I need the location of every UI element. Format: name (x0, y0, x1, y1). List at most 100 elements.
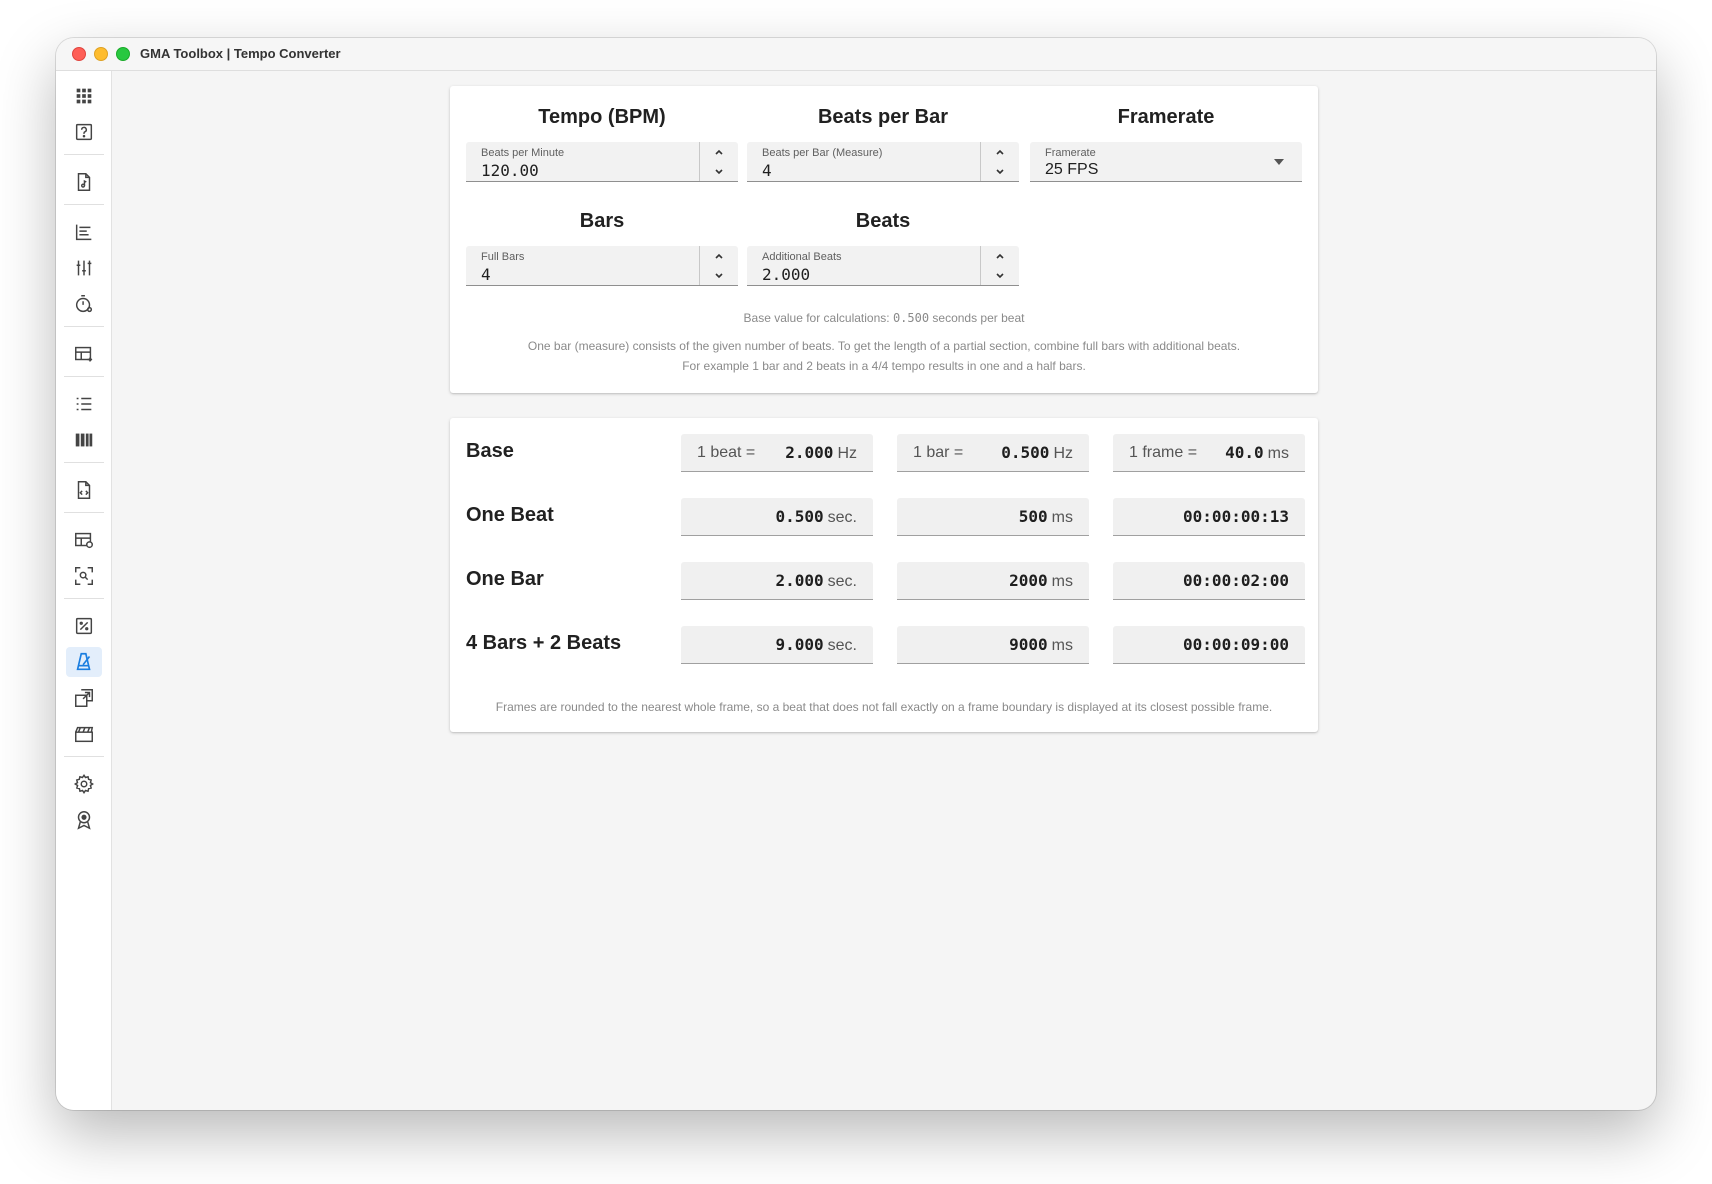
chevron-down-icon (996, 272, 1004, 278)
beats-per-bar-field[interactable]: Beats per Bar (Measure) 4 (747, 142, 1019, 182)
timer-icon[interactable] (66, 289, 102, 319)
results-card: Base 1 beat = 2.000 Hz 1 bar = 0.500 Hz 1 … (450, 418, 1318, 732)
bar-frequency-cell: 1 bar = 0.500 Hz (897, 434, 1089, 472)
one-beat-seconds-value: 0.500 (775, 507, 824, 526)
base-value-number: 0.500 (892, 311, 930, 325)
frame-duration-prefix: 1 frame = (1129, 444, 1198, 461)
percent-icon[interactable] (66, 611, 102, 641)
combo-ms-unit: ms (1051, 637, 1073, 654)
window-title: GMA Toolbox | Tempo Converter (140, 46, 341, 61)
full-bars-field-value[interactable]: 4 (481, 265, 491, 284)
one-bar-seconds-value: 2.000 (775, 571, 824, 590)
one-bar-ms-value: 2000 (1009, 571, 1048, 590)
bpm-field[interactable]: Beats per Minute 120.00 (466, 142, 738, 182)
bpm-increment-button[interactable] (700, 142, 738, 161)
framerate-select-value: 25 FPS (1045, 161, 1099, 178)
chevron-down-icon (996, 168, 1004, 174)
base-value-note: Base value for calculations: 0.500 secon… (450, 308, 1318, 328)
help-icon[interactable] (66, 117, 102, 147)
beats-title: Beats (855, 210, 911, 232)
chevron-up-icon (715, 253, 723, 259)
one-beat-ms-cell: 500 ms (897, 498, 1089, 536)
code-file-icon[interactable] (66, 475, 102, 505)
combo-ms-cell: 9000 ms (897, 626, 1089, 664)
frame-duration-unit: ms (1267, 445, 1289, 462)
additional-beats-field[interactable]: Additional Beats 2.000 (747, 246, 1019, 286)
minimize-window-button[interactable] (94, 47, 108, 61)
one-beat-seconds-cell: 0.500 sec. (681, 498, 873, 536)
frame-rounding-footnote: Frames are rounded to the nearest whole … (495, 700, 1273, 714)
additional-beats-increment-button[interactable] (981, 246, 1019, 265)
beats-per-bar-field-value[interactable]: 4 (762, 161, 772, 180)
close-window-button[interactable] (72, 47, 86, 61)
bar-frequency-prefix: 1 bar = (913, 444, 964, 461)
full-bars-field-label: Full Bars (481, 251, 525, 263)
apps-grid-icon[interactable] (66, 81, 102, 111)
open-window-icon[interactable] (66, 683, 102, 713)
list-icon[interactable] (66, 389, 102, 419)
table-export-icon[interactable] (66, 339, 102, 369)
beat-frequency-unit: Hz (837, 445, 857, 462)
chevron-up-icon (715, 149, 723, 155)
table-view-icon[interactable] (66, 525, 102, 555)
bpm-stepper (699, 142, 738, 181)
one-bar-row-title: One Bar (466, 568, 544, 590)
settings-gear-icon[interactable] (66, 769, 102, 799)
full-bars-decrement-button[interactable] (700, 266, 738, 285)
combo-timecode-cell: 00:00:09:00 (1113, 626, 1305, 664)
additional-beats-stepper (980, 246, 1019, 285)
additional-beats-field-value[interactable]: 2.000 (762, 265, 810, 284)
full-bars-increment-button[interactable] (700, 246, 738, 265)
framerate-select[interactable]: Framerate 25 FPS (1030, 142, 1302, 182)
columns-icon[interactable] (66, 425, 102, 455)
combo-seconds-unit: sec. (827, 637, 857, 654)
sidebar-divider (64, 512, 104, 513)
beat-frequency-prefix: 1 beat = (697, 444, 756, 461)
one-bar-timecode-cell: 00:00:02:00 (1113, 562, 1305, 600)
full-bars-field[interactable]: Full Bars 4 (466, 246, 738, 286)
one-beat-seconds-unit: sec. (827, 509, 857, 526)
one-beat-row-title: One Beat (466, 504, 554, 526)
combo-ms-value: 9000 (1009, 635, 1048, 654)
bar-frequency-unit: Hz (1053, 445, 1073, 462)
metronome-icon[interactable] (66, 647, 102, 677)
clapperboard-icon[interactable] (66, 719, 102, 749)
explanation-line-1: One bar (measure) consists of the given … (527, 339, 1241, 353)
sidebar-divider (64, 598, 104, 599)
beats-per-bar-decrement-button[interactable] (981, 162, 1019, 181)
one-bar-ms-unit: ms (1051, 573, 1073, 590)
award-icon[interactable] (66, 805, 102, 835)
title-bar: GMA Toolbox | Tempo Converter (56, 38, 1656, 71)
frame-duration-value: 40.0 (1225, 443, 1264, 462)
scan-search-icon[interactable] (66, 561, 102, 591)
input-card: Tempo (BPM) Beats per Bar Framerate Beat… (450, 86, 1318, 393)
beats-per-bar-increment-button[interactable] (981, 142, 1019, 161)
sidebar-divider (64, 462, 104, 463)
beat-frequency-cell: 1 beat = 2.000 Hz (681, 434, 873, 472)
bpm-decrement-button[interactable] (700, 162, 738, 181)
base-value-prefix: Base value for calculations: (743, 311, 893, 325)
combo-row-title: 4 Bars + 2 Beats (466, 632, 622, 654)
one-bar-ms-cell: 2000 ms (897, 562, 1089, 600)
sidebar-divider (64, 756, 104, 757)
music-file-icon[interactable] (66, 167, 102, 197)
zoom-window-button[interactable] (116, 47, 130, 61)
additional-beats-decrement-button[interactable] (981, 266, 1019, 285)
bpm-field-value[interactable]: 120.00 (481, 161, 539, 180)
framerate-select-label: Framerate (1045, 147, 1096, 159)
sliders-icon[interactable] (66, 253, 102, 283)
beats-per-bar-field-label: Beats per Bar (Measure) (762, 147, 883, 159)
chevron-up-icon (996, 149, 1004, 155)
sidebar-divider (64, 376, 104, 377)
base-row-title: Base (466, 440, 514, 462)
one-beat-ms-value: 500 (1018, 507, 1048, 526)
tempo-title: Tempo (BPM) (538, 106, 666, 128)
timeline-icon[interactable] (66, 217, 102, 247)
beats-per-bar-stepper (980, 142, 1019, 181)
one-beat-timecode-cell: 00:00:00:13 (1113, 498, 1305, 536)
dropdown-arrow-icon[interactable] (1274, 159, 1284, 165)
bars-title: Bars (579, 210, 625, 232)
sidebar-divider (64, 326, 104, 327)
sidebar (56, 71, 112, 1110)
additional-beats-field-label: Additional Beats (762, 251, 842, 263)
